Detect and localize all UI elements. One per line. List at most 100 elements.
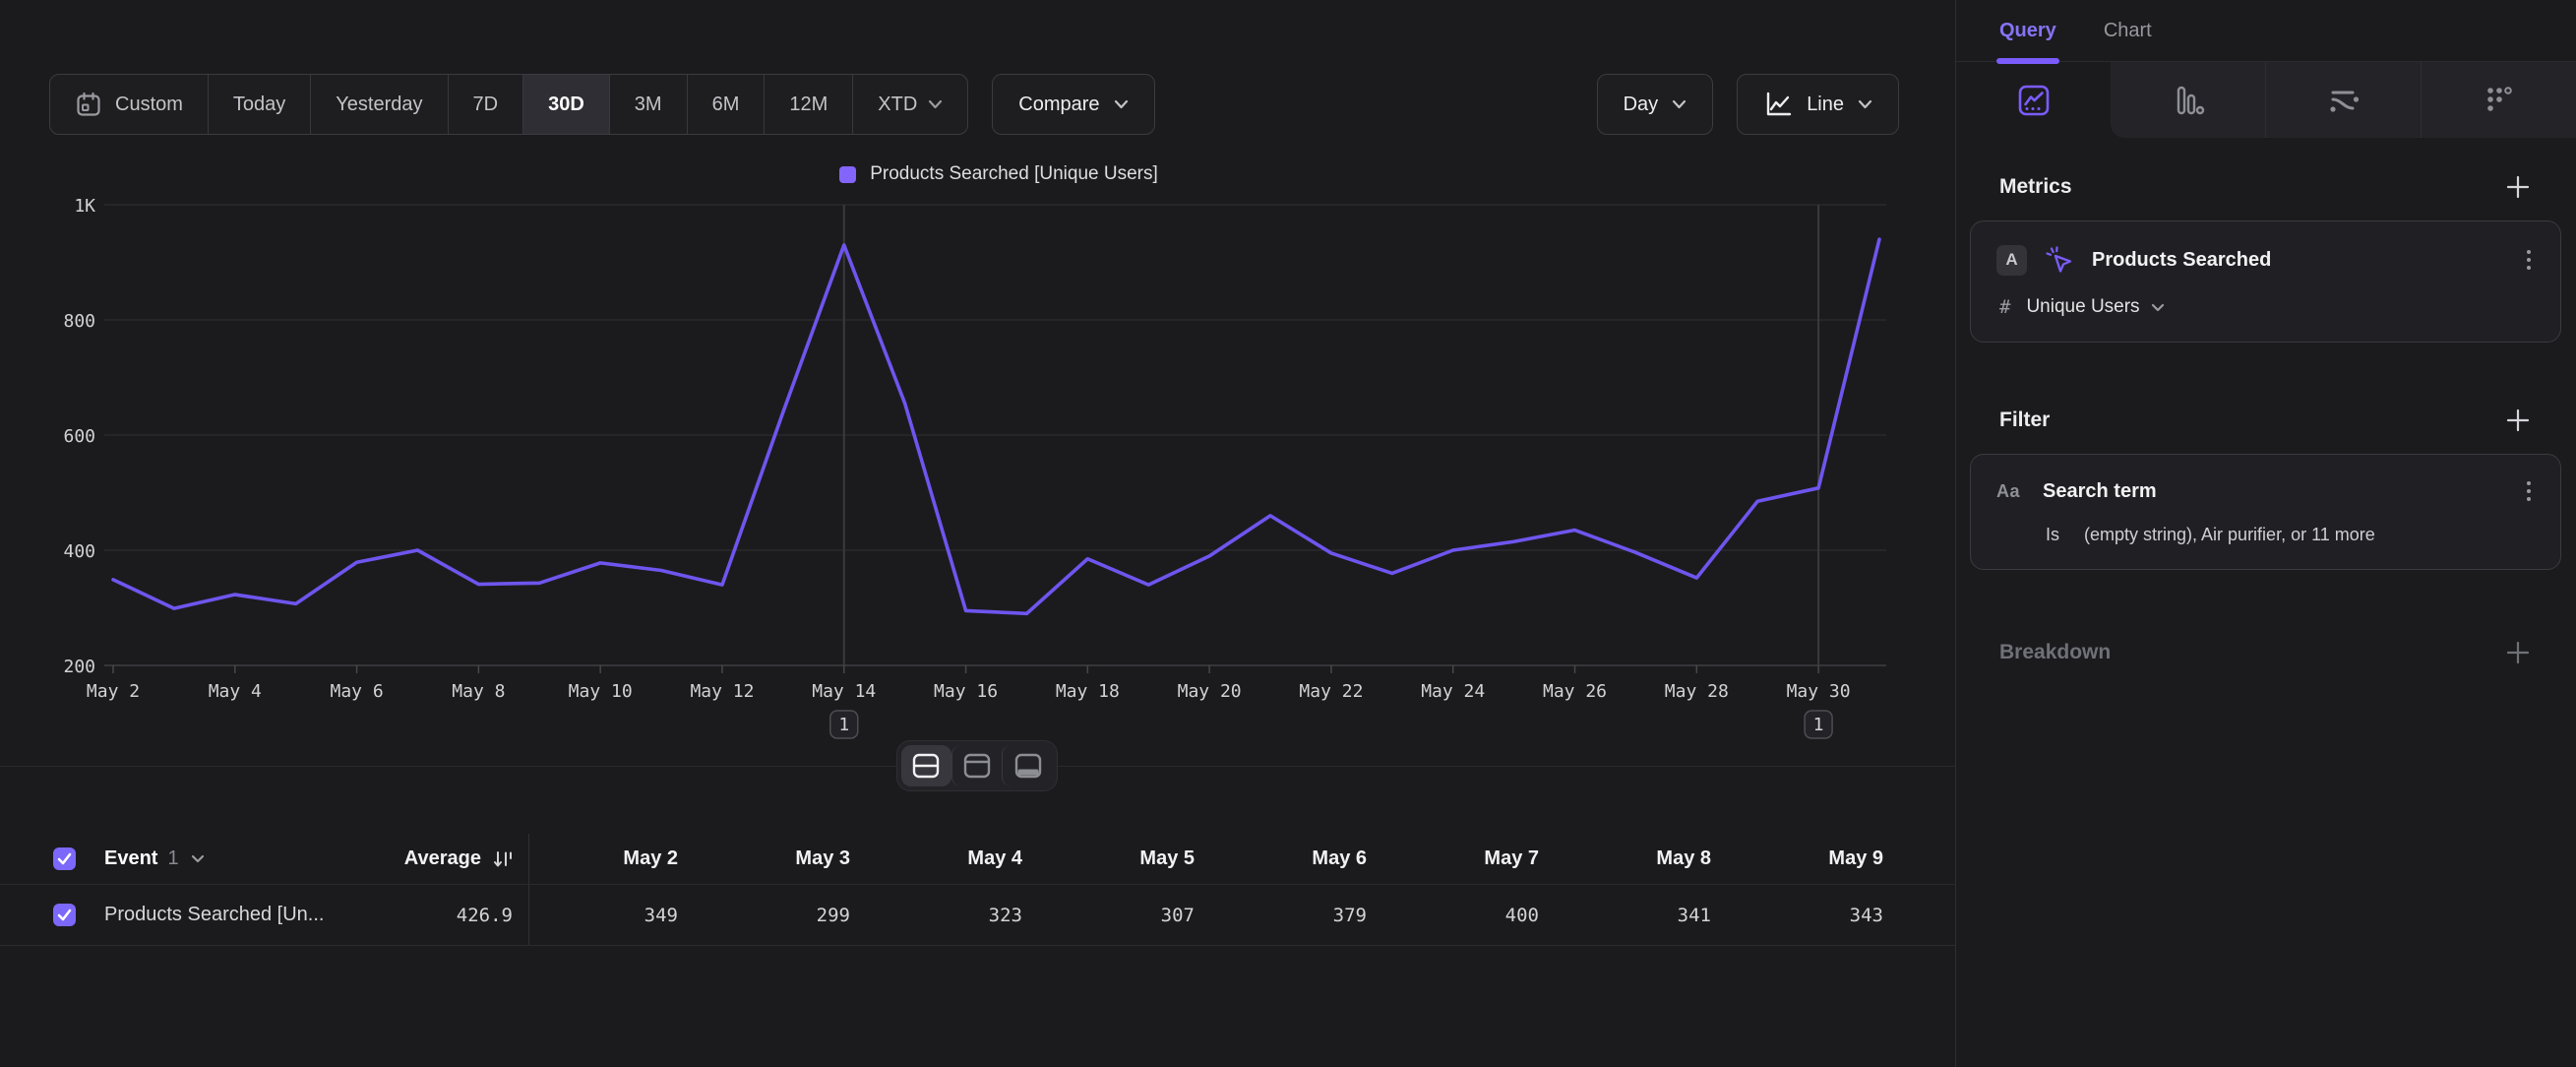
range-button-30d[interactable]: 30D <box>523 75 610 134</box>
compare-button[interactable]: Compare <box>992 74 1154 135</box>
annotation-badge[interactable]: 1 <box>1805 711 1832 738</box>
x-tick-label: May 28 <box>1665 681 1729 702</box>
range-button-12m[interactable]: 12M <box>765 75 853 134</box>
plus-icon <box>2505 640 2531 665</box>
row-average-value: 426.9 <box>457 905 513 926</box>
report-tab-retention[interactable] <box>2421 62 2576 138</box>
date-column-header[interactable]: May 9 <box>1735 834 1907 884</box>
value-cell: 299 <box>702 885 874 945</box>
table-only-view-icon <box>1014 753 1042 779</box>
tab-query[interactable]: Query <box>1999 0 2056 61</box>
range-button-3m[interactable]: 3M <box>610 75 688 134</box>
range-label: 12M <box>789 94 828 116</box>
range-button-7d[interactable]: 7D <box>449 75 524 134</box>
date-column-header[interactable]: May 5 <box>1046 834 1218 884</box>
aggregation-label: Unique Users <box>2026 296 2139 318</box>
chart-type-button[interactable]: Line <box>1737 74 1899 135</box>
insights-report-page: Custom Today Yesterday7D30D3M6M 12M XTD Comp… <box>0 0 2576 1067</box>
report-tab-flows[interactable] <box>2265 62 2421 138</box>
x-tick-label: May 26 <box>1543 681 1607 702</box>
legend-swatch <box>839 166 856 183</box>
event-header-label: Event <box>104 847 157 870</box>
range-button-today[interactable]: Today <box>209 75 311 134</box>
range-button-xtd[interactable]: XTD <box>853 75 967 134</box>
report-type-tabs <box>1956 62 2576 138</box>
interval-label: Day <box>1624 94 1659 116</box>
row-series-name: Products Searched [Un... <box>104 904 324 926</box>
x-tick-label: May 20 <box>1178 681 1242 702</box>
x-tick-label: May 30 <box>1787 681 1851 702</box>
filter-values[interactable]: (empty string), Air purifier, or 11 more <box>2084 525 2375 545</box>
line-chart-icon <box>1763 91 1793 118</box>
funnels-icon <box>2171 83 2206 118</box>
value-cell: 341 <box>1563 885 1735 945</box>
filter-kebab-menu[interactable] <box>2523 477 2535 505</box>
legend-series-label[interactable]: Products Searched [Unique Users] <box>870 163 1158 185</box>
insights-icon <box>2016 83 2052 118</box>
aggregation-selector[interactable]: Unique Users <box>2026 296 2164 318</box>
y-tick-label: 200 <box>63 657 95 677</box>
date-column-header[interactable]: May 2 <box>529 834 702 884</box>
breakdown-table: Event 1 Average May 2May 3May 4May 5May … <box>0 834 1956 946</box>
chart-only-view-button[interactable] <box>951 745 1003 786</box>
string-property-icon: Aa <box>1996 481 2020 502</box>
range-button-custom[interactable]: Custom <box>50 75 209 134</box>
compare-label: Compare <box>1018 94 1099 116</box>
metric-kebab-menu[interactable] <box>2523 246 2535 274</box>
interval-button[interactable]: Day <box>1597 74 1714 135</box>
event-header-cell[interactable]: Event 1 <box>85 834 333 884</box>
date-column-header[interactable]: May 3 <box>702 834 874 884</box>
table-only-view-button[interactable] <box>1002 745 1053 786</box>
chart-toolbar: Custom Today Yesterday7D30D3M6M 12M XTD Comp… <box>49 74 1899 135</box>
metric-card[interactable]: A Products Searched # Unique Users <box>1970 220 2561 343</box>
layout-toggle <box>896 740 1058 791</box>
breakdown-heading: Breakdown <box>1999 641 2111 664</box>
row-name-cell[interactable]: Products Searched [Un... <box>85 885 333 945</box>
report-tab-insights[interactable] <box>1956 62 2111 138</box>
select-all-checkbox[interactable] <box>53 847 76 870</box>
range-label: Today <box>233 94 285 116</box>
average-header-cell[interactable]: Average <box>333 834 529 884</box>
filter-operator[interactable]: Is <box>2046 525 2059 545</box>
chevron-down-icon <box>1858 99 1872 109</box>
date-column-header[interactable]: May 7 <box>1390 834 1563 884</box>
add-breakdown-button[interactable] <box>2505 640 2531 665</box>
date-column-header[interactable]: May 8 <box>1563 834 1735 884</box>
split-view-button[interactable] <box>901 745 951 786</box>
average-header-label: Average <box>404 847 481 870</box>
x-tick-label: May 16 <box>934 681 998 702</box>
range-button-6m[interactable]: 6M <box>688 75 766 134</box>
y-tick-label: 600 <box>63 426 95 447</box>
filter-property-name: Search term <box>2043 480 2506 503</box>
date-column-header[interactable]: May 6 <box>1218 834 1390 884</box>
chevron-down-icon <box>191 854 205 863</box>
value-cell: 343 <box>1735 885 1907 945</box>
add-metric-button[interactable] <box>2505 174 2531 200</box>
svg-text:1: 1 <box>838 715 849 735</box>
filter-condition-row: Is (empty string), Air purifier, or 11 m… <box>1996 525 2535 545</box>
tab-query-label: Query <box>1999 20 2056 42</box>
series-line[interactable] <box>113 239 1879 613</box>
chevron-down-icon <box>928 99 943 109</box>
check-icon <box>57 909 72 921</box>
filter-card-row: Aa Search term <box>1996 477 2535 505</box>
date-range-group: Custom Today Yesterday7D30D3M6M 12M XTD <box>49 74 968 135</box>
range-button-yesterday[interactable]: Yesterday <box>311 75 448 134</box>
event-icon <box>2044 244 2075 276</box>
metrics-heading: Metrics <box>1999 175 2072 199</box>
range-label: Custom <box>115 94 183 116</box>
annotation-badge[interactable]: 1 <box>830 711 858 738</box>
filter-card[interactable]: Aa Search term Is (empty string), Air pu… <box>1970 454 2561 570</box>
row-spacer <box>0 885 45 945</box>
add-filter-button[interactable] <box>2505 408 2531 433</box>
svg-text:1: 1 <box>1813 715 1824 735</box>
date-column-header[interactable]: May 4 <box>874 834 1046 884</box>
row-checkbox[interactable] <box>53 904 76 926</box>
tab-chart[interactable]: Chart <box>2104 0 2152 61</box>
metrics-section-header: Metrics <box>1956 173 2576 201</box>
table-header-row: Event 1 Average May 2May 3May 4May 5May … <box>0 834 1956 885</box>
value-cell: 400 <box>1390 885 1563 945</box>
report-tab-funnels[interactable] <box>2111 62 2265 138</box>
line-chart[interactable]: 2004006008001KMay 2May 4May 6May 8May 10… <box>0 193 1955 764</box>
chart-only-view-icon <box>963 753 991 779</box>
